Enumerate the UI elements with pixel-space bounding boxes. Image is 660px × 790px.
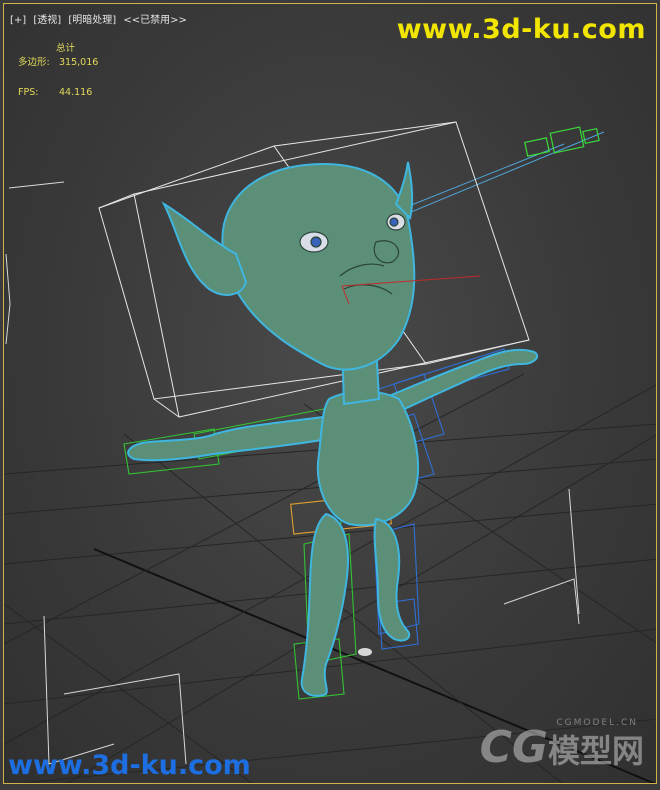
stats-fps-value: 44.116: [59, 87, 93, 98]
cg-logo: CGMODEL.CN CG模型网: [479, 718, 644, 773]
stats-fps-label: FPS:: [18, 87, 39, 98]
viewport-plus-menu[interactable]: [+]: [10, 15, 26, 26]
viewport-disabled-indicator[interactable]: <<已禁用>>: [123, 15, 187, 26]
cg-logo-mark: CG: [479, 722, 548, 773]
scene-canvas: [4, 121, 656, 783]
cg-logo-chinese: 模型网: [547, 732, 644, 770]
goblin-character: [127, 161, 539, 697]
ground-marker: [358, 648, 372, 656]
viewport-label-menu[interactable]: [+] [透视] [明暗处理] <<已禁用>>: [10, 11, 191, 26]
watermark-top: www.3d-ku.com: [396, 14, 646, 45]
camera-icon: [524, 126, 600, 157]
perspective-viewport[interactable]: [+] [透视] [明暗处理] <<已禁用>> 总计 多边形: 315,016 …: [3, 3, 657, 784]
viewport-shading-menu[interactable]: [明暗处理]: [68, 15, 116, 26]
watermark-bottom: www.3d-ku.com: [8, 750, 251, 781]
stats-polygons-value: 315,016: [59, 57, 99, 68]
cg-logo-small-text: CGMODEL.CN: [556, 718, 638, 728]
stats-total-label: 总计: [56, 43, 76, 54]
stats-polygons-label: 多边形:: [18, 57, 50, 68]
viewport-view-menu[interactable]: [透视]: [33, 15, 61, 26]
